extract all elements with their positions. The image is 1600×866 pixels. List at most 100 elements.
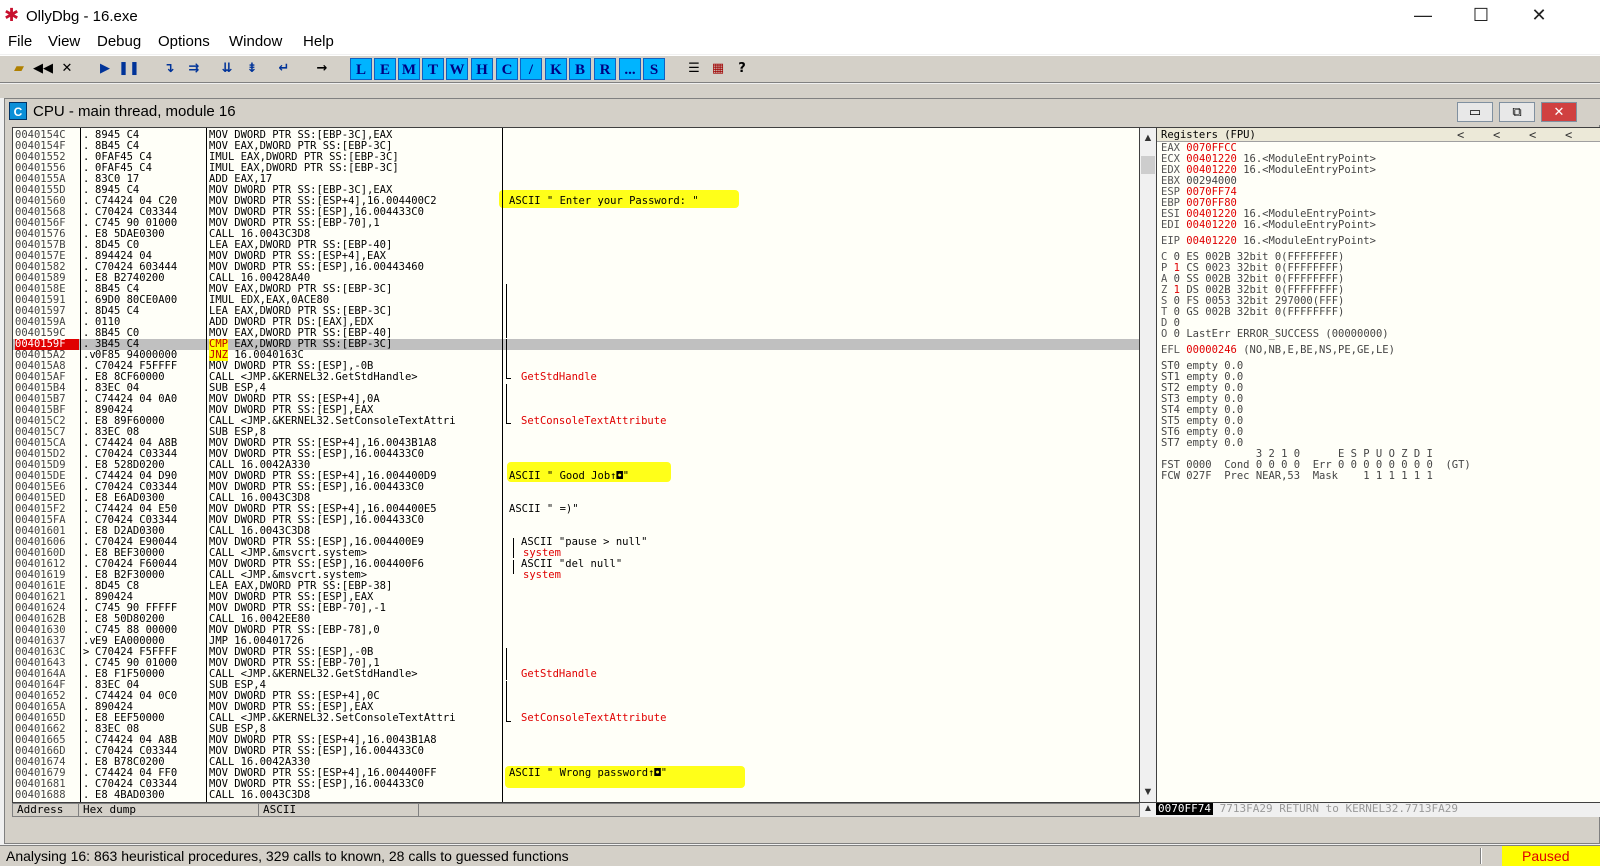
dump-col-ascii[interactable]: ASCII — [259, 804, 419, 816]
registers-pane[interactable]: Registers (FPU) < < < < EAX 0070FFCC ECX… — [1156, 127, 1600, 803]
dump-col-hex[interactable]: Hex dump — [79, 804, 259, 816]
dump-scroll-up-icon[interactable]: ▲ — [1140, 803, 1156, 817]
chevron-left-icon[interactable]: < — [1529, 128, 1536, 142]
call-stack-button[interactable]: K — [545, 58, 567, 80]
disasm-row[interactable]: 004015A8. C70424 F5FFFF MOV DWORD PTR SS:[… — [13, 361, 1139, 372]
disasm-row[interactable]: 0040165D. E8 EEF50000 CALL <JMP.&KERNEL32.… — [13, 713, 1139, 724]
disasm-row[interactable]: 0040163C > C70424 F5FFFF MOV DWORD PTR SS:[… — [13, 647, 1139, 658]
disasm-row[interactable]: 00401606. C70424 E90044 MOV DWORD PTR SS:[… — [13, 537, 1139, 548]
disasm-row[interactable]: 0040162B. E8 50D80200 CALL 16.0042EE80 — [13, 614, 1139, 625]
threads-button[interactable]: T — [422, 58, 444, 80]
executable-modules-button[interactable]: E — [374, 58, 396, 80]
disasm-row[interactable]: 0040158E. 8B45 C4 MOV EAX,DWORD PTR SS:[EB… — [13, 284, 1139, 295]
menu-window[interactable]: Window — [229, 33, 282, 50]
disasm-row[interactable]: 0040157E. 894424 04 MOV DWORD PTR SS:[ESP+… — [13, 251, 1139, 262]
run-trace-button[interactable]: ... — [619, 58, 641, 80]
disasm-row[interactable]: 0040164A. E8 F1F50000 CALL <JMP.&KERNEL32.… — [13, 669, 1139, 680]
disasm-row[interactable]: 004015D2. C70424 C03344 MOV DWORD PTR SS:[… — [13, 449, 1139, 460]
disasm-row[interactable]: 0040159C. 8B45 C0 MOV EAX,DWORD PTR SS:[EB… — [13, 328, 1139, 339]
grid-icon[interactable]: ▦ — [707, 58, 729, 80]
disasm-row[interactable]: 0040154C. 8945 C4 MOV DWORD PTR SS:[EBP-3C… — [13, 130, 1139, 141]
handles-button[interactable]: H — [471, 58, 493, 80]
references-button[interactable]: R — [594, 58, 616, 80]
menu-debug[interactable]: Debug — [97, 33, 141, 50]
menu-options[interactable]: Options — [158, 33, 210, 50]
fcw-row[interactable]: FCW 027F Prec NEAR,53 Mask 1 1 1 1 1 1 — [1161, 471, 1439, 482]
disasm-row[interactable]: 00401556. 0FAF45 C4 IMUL EAX,DWORD PTR SS:… — [13, 163, 1139, 174]
disasm-row[interactable]: 0040164F. 83EC 04 SUB ESP,4 — [13, 680, 1139, 691]
menu-view[interactable]: View — [48, 33, 80, 50]
disasm-row[interactable]: 0040161E. 8D45 C8 LEA EAX,DWORD PTR SS:[EB… — [13, 581, 1139, 592]
chevron-left-icon[interactable]: < — [1493, 128, 1500, 142]
disassembly-pane[interactable]: 0040154C. 8945 C4 MOV DWORD PTR SS:[EBP-3C… — [12, 127, 1140, 803]
trace-over-icon[interactable]: ⇟ — [241, 58, 263, 80]
disasm-row[interactable]: 00401630. C745 88 00000 MOV DWORD PTR SS:[… — [13, 625, 1139, 636]
source-button[interactable]: S — [643, 58, 665, 80]
disasm-row[interactable]: 0040166D. C70424 C03344 MOV DWORD PTR SS:[… — [13, 746, 1139, 757]
disasm-row[interactable]: 00401643. C745 90 01000 MOV DWORD PTR SS:[… — [13, 658, 1139, 669]
disasm-row[interactable]: 004015B7. C74424 04 0A0 MOV DWORD PTR SS:[… — [13, 394, 1139, 405]
trace-into-icon[interactable]: ⇊ — [216, 58, 238, 80]
disasm-row[interactable]: 00401582. C70424 603444 MOV DWORD PTR SS:[… — [13, 262, 1139, 273]
disasm-row[interactable]: 0040159F. 3B45 C4 CMP EAX,DWORD PTR SS:[EB… — [13, 339, 1139, 350]
disasm-row[interactable]: 00401619. E8 B2F30000 CALL <JMP.&msvcrt.sy… — [13, 570, 1139, 581]
disasm-row[interactable]: 00401624. C745 90 FFFFF MOV DWORD PTR SS:[… — [13, 603, 1139, 614]
dump-col-address[interactable]: Address — [13, 804, 79, 816]
menu-file[interactable]: File — [8, 33, 32, 50]
disasm-row[interactable]: 004015AF. E8 8CF60000 CALL <JMP.&KERNEL32.… — [13, 372, 1139, 383]
disasm-row[interactable]: 00401637 .v E9 EA000000 JMP 16.00401726 — [13, 636, 1139, 647]
flag-row[interactable]: O 0 LastErr ERROR_SUCCESS (00000000) — [1161, 329, 1395, 340]
disasm-row[interactable]: 004015DE. C74424 04 D90 MOV DWORD PTR SS:[… — [13, 471, 1139, 482]
disasm-row[interactable]: 00401665. C74424 04 A8B MOV DWORD PTR SS:[… — [13, 735, 1139, 746]
disasm-row[interactable]: 00401612. C70424 F60044 MOV DWORD PTR SS:[… — [13, 559, 1139, 570]
disasm-row[interactable]: 004015A2 .v 0F85 94000000 JNZ 16.0040163C — [13, 350, 1139, 361]
open-icon[interactable]: ▰ — [8, 58, 30, 80]
register-edi[interactable]: EDI 00401220 16.<ModuleEntryPoint> — [1161, 220, 1382, 231]
disasm-row[interactable]: 00401591. 69D0 80CE0A00 IMUL EDX,EAX,0ACE8… — [13, 295, 1139, 306]
disasm-row[interactable]: 004015B4. 83EC 04 SUB ESP,4 — [13, 383, 1139, 394]
patches-button[interactable]: / — [520, 58, 542, 80]
menu-help[interactable]: Help — [303, 33, 334, 50]
disasm-row[interactable]: 0040155D. 8945 C4 MOV DWORD PTR SS:[EBP-3C… — [13, 185, 1139, 196]
help-icon[interactable]: ? — [731, 58, 753, 80]
disasm-row[interactable]: 004015ED. E8 E6AD0300 CALL 16.0043C3D8 — [13, 493, 1139, 504]
close-icon[interactable]: ✕ — [56, 58, 78, 80]
disasm-row[interactable]: 00401560. C74424 04 C20 MOV DWORD PTR SS:[… — [13, 196, 1139, 207]
scroll-up-icon[interactable]: ▲ — [1140, 130, 1156, 146]
goto-icon[interactable]: → — [311, 58, 333, 80]
cpu-button[interactable]: C — [496, 58, 518, 80]
disasm-row[interactable]: 00401621. 890424 MOV DWORD PTR SS:[ESP],EA… — [13, 592, 1139, 603]
maximize-button[interactable]: ☐ — [1452, 0, 1510, 32]
windows-button[interactable]: W — [446, 58, 468, 80]
disasm-row[interactable]: 004015C2. E8 89F60000 CALL <JMP.&KERNEL32.… — [13, 416, 1139, 427]
disasm-row[interactable]: 0040155A. 83C0 17 ADD EAX,17 — [13, 174, 1139, 185]
disasm-row[interactable]: 004015CA. C74424 04 A8B MOV DWORD PTR SS:[… — [13, 438, 1139, 449]
cpu-close-button[interactable]: ✕ — [1541, 102, 1577, 122]
disasm-row[interactable]: 004015E6. C70424 C03344 MOV DWORD PTR SS:[… — [13, 482, 1139, 493]
disassembly-scrollbar[interactable]: ▲ ▼ — [1140, 127, 1156, 803]
register-efl[interactable]: EFL 00000246 (NO,NB,E,BE,NS,PE,GE,LE) — [1161, 345, 1401, 356]
disasm-row[interactable]: 00401681. C70424 C03344 MOV DWORD PTR SS:[… — [13, 779, 1139, 790]
disasm-row[interactable]: 0040159A. 0110 ADD DWORD PTR DS:[EAX],EDX — [13, 317, 1139, 328]
stack-top-line[interactable]: 0070FF74 7713FA29 RETURN to KERNEL32.771… — [1156, 803, 1600, 817]
disasm-row[interactable]: 004015F2. C74424 04 E50 MOV DWORD PTR SS:[… — [13, 504, 1139, 515]
disasm-row[interactable]: 00401688. E8 4BAD0300 CALL 16.0043C3D8 — [13, 790, 1139, 801]
list-icon[interactable]: ☰ — [683, 58, 705, 80]
disasm-row[interactable]: 004015C7. 83EC 08 SUB ESP,8 — [13, 427, 1139, 438]
register-eip[interactable]: EIP 00401220 16.<ModuleEntryPoint> — [1161, 236, 1382, 247]
step-into-icon[interactable]: ↴ — [158, 58, 180, 80]
disasm-row[interactable]: 00401568. C70424 C03344 MOV DWORD PTR SS:[… — [13, 207, 1139, 218]
cpu-restore-button[interactable]: ⧉ — [1499, 102, 1535, 122]
pause-icon[interactable]: ❚❚ — [118, 58, 140, 80]
chevron-left-icon[interactable]: < — [1457, 128, 1464, 142]
scroll-thumb[interactable] — [1141, 156, 1155, 174]
disasm-row[interactable]: 00401674. E8 B78C0200 CALL 16.0042A330 — [13, 757, 1139, 768]
rewind-icon[interactable]: ◀◀ — [32, 58, 54, 80]
minimize-button[interactable]: — — [1394, 0, 1452, 32]
close-button[interactable]: ✕ — [1510, 0, 1568, 32]
execute-till-return-icon[interactable]: ↵ — [273, 58, 295, 80]
step-over-icon[interactable]: ⇉ — [183, 58, 205, 80]
disasm-row[interactable]: 00401652. C74424 04 0C0 MOV DWORD PTR SS:[… — [13, 691, 1139, 702]
disasm-row[interactable]: 00401601. E8 D2AD0300 CALL 16.0043C3D8 — [13, 526, 1139, 537]
disasm-row[interactable]: 0040157B. 8D45 C0 LEA EAX,DWORD PTR SS:[EB… — [13, 240, 1139, 251]
